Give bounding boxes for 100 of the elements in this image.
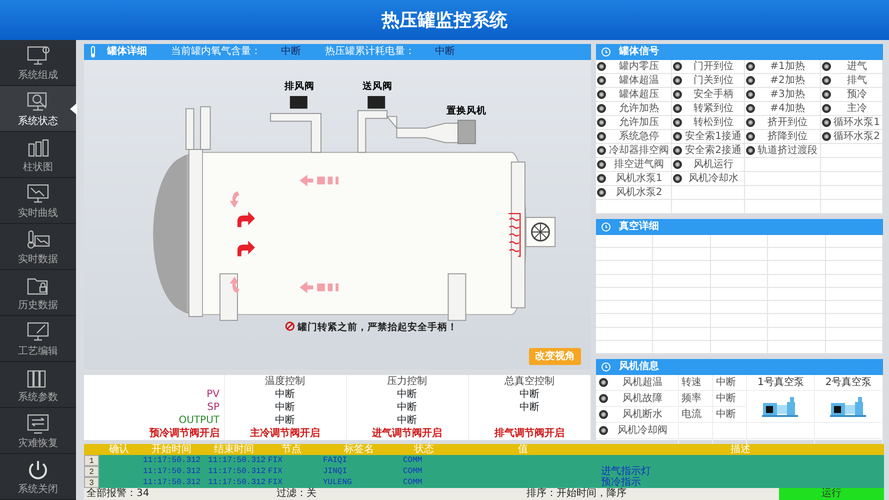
column-header: 总真空控制 — [468, 375, 590, 388]
sidebar-item[interactable]: 历史数据 — [0, 270, 76, 316]
signal-label: 允许加热 — [618, 102, 660, 116]
sidebar-item[interactable]: 系统关闭 — [0, 454, 76, 500]
empty-cell — [596, 288, 654, 302]
signal-label: 转松到位 — [692, 116, 734, 130]
signal-label: #3加热 — [769, 88, 806, 102]
empty-cell — [710, 248, 768, 262]
empty-cell — [768, 340, 826, 354]
field-label: 热压罐累计耗电量： — [325, 44, 415, 59]
column-header: 状态 — [413, 444, 435, 455]
signal-label: 主冷 — [846, 102, 868, 116]
reading-label: 频率 — [678, 390, 712, 406]
empty-cell — [768, 274, 826, 288]
empty-cell — [768, 288, 826, 302]
empty-cell — [768, 328, 826, 341]
sidebar-item[interactable]: 工艺编辑 — [0, 316, 76, 362]
empty-cell — [768, 248, 826, 262]
signal-label: #1加热 — [769, 60, 806, 74]
row-label: OUTPUT — [84, 414, 224, 427]
column-header: 节点 — [280, 444, 302, 455]
sidebar-item[interactable]: 灾难恢复 — [0, 408, 76, 454]
empty-cell — [596, 261, 654, 275]
empty-cell — [596, 340, 654, 354]
table-cell-text: FAIQI — [322, 455, 348, 466]
signal-label: 允许加压 — [618, 116, 660, 130]
empty-cell — [596, 328, 654, 341]
row-label: PV — [84, 388, 224, 401]
table-cell-text: 11:17:50.312 — [142, 466, 202, 477]
sidebar-item[interactable]: 系统参数 — [0, 362, 76, 408]
signal-label: 罐内零压 — [618, 60, 660, 74]
column-header: 标签名 — [343, 444, 375, 455]
heat-wave-icon — [508, 212, 521, 257]
table-cell-text: 进气指示灯 — [600, 466, 652, 477]
signal-label: 预冷 — [846, 88, 868, 102]
signal-label: 挤开到位 — [766, 116, 809, 130]
airflow-arrow — [237, 240, 255, 256]
support-leg — [448, 273, 466, 321]
fan-icon — [525, 216, 556, 248]
column-header: 温度控制 — [224, 375, 346, 388]
alarm-count: 全部报警：34 — [86, 488, 150, 500]
table-cell-text: JINQI — [322, 466, 348, 477]
column-header: 结束时间 — [213, 444, 255, 455]
reading-value: 中断 — [712, 390, 747, 406]
empty-cell — [826, 288, 883, 302]
signal-label: 进气 — [846, 60, 868, 74]
alarm-label: 风机故障 — [622, 392, 664, 406]
signal-label: 转紧到位 — [692, 102, 734, 116]
empty-cell — [710, 314, 768, 328]
pump-label: 2号真空泵 — [814, 375, 882, 390]
selection-pointer-icon — [70, 103, 77, 115]
table-cell-text: 11:17:50.312 — [207, 477, 264, 488]
panel-title: 罐体信号 — [619, 44, 659, 59]
empty-cell — [653, 248, 711, 262]
filter-status: 过滤：关 — [276, 488, 318, 500]
empty-cell — [596, 314, 654, 328]
signal-label: 轨道挤过渡段 — [756, 144, 819, 158]
clock-icon — [601, 222, 611, 232]
sidebar-item[interactable]: 柱状图 — [0, 132, 76, 178]
prohibition-icon — [285, 322, 295, 331]
signal-label: 罐体超压 — [618, 88, 660, 102]
empty-cell — [596, 301, 654, 314]
pump-icon — [760, 396, 801, 418]
signal-label: #2加热 — [769, 74, 806, 88]
empty-cell — [826, 328, 883, 341]
table-cell-text: 11:17:50.312 — [142, 477, 202, 488]
valve-with-pipe — [357, 96, 388, 153]
table-cell: 中断 — [346, 414, 468, 427]
signal-label: 风机运行 — [692, 158, 734, 172]
monitor-arrows-icon — [25, 412, 51, 436]
empty-cell — [653, 340, 711, 354]
empty-cell — [826, 261, 883, 275]
signal-label: 循环水泵2 — [832, 130, 881, 144]
table-cell: 中断 — [468, 388, 590, 401]
empty-cell — [596, 235, 654, 248]
signal-label: 排空进气阀 — [613, 158, 666, 172]
empty-cell — [826, 340, 883, 354]
reading-label: 电流 — [678, 406, 712, 422]
valve-status: 排气调节阀开启 — [468, 427, 590, 440]
alarm-label: 风机冷却阀 — [616, 424, 668, 438]
table-cell-text: COMM — [402, 466, 424, 477]
valve-with-pipe — [270, 96, 322, 153]
row-label: SP — [84, 401, 224, 414]
empty-cell — [710, 274, 768, 288]
sidebar-item[interactable]: 实时数据 — [0, 224, 76, 270]
column-header: 压力控制 — [346, 375, 468, 388]
table-cell: 中断 — [224, 388, 346, 401]
row-number: 2 — [84, 466, 99, 477]
sidebar-item[interactable]: 实时曲线 — [0, 178, 76, 224]
empty-cell — [768, 261, 826, 275]
table-cell: 中断 — [468, 401, 590, 414]
valve-label: 送风阀 — [362, 81, 392, 92]
pump-label: 1号真空泵 — [746, 375, 815, 390]
signal-label: 安全索2接通 — [684, 144, 742, 158]
sidebar-item[interactable]: 系统状态 — [0, 86, 76, 132]
signal-label: 风机水泵2 — [614, 186, 664, 200]
empty-cell — [710, 340, 768, 354]
panel-title: 真空详细 — [619, 219, 659, 234]
airflow-arrow — [230, 276, 240, 294]
window-title: 热压罐监控系统 — [382, 8, 508, 32]
